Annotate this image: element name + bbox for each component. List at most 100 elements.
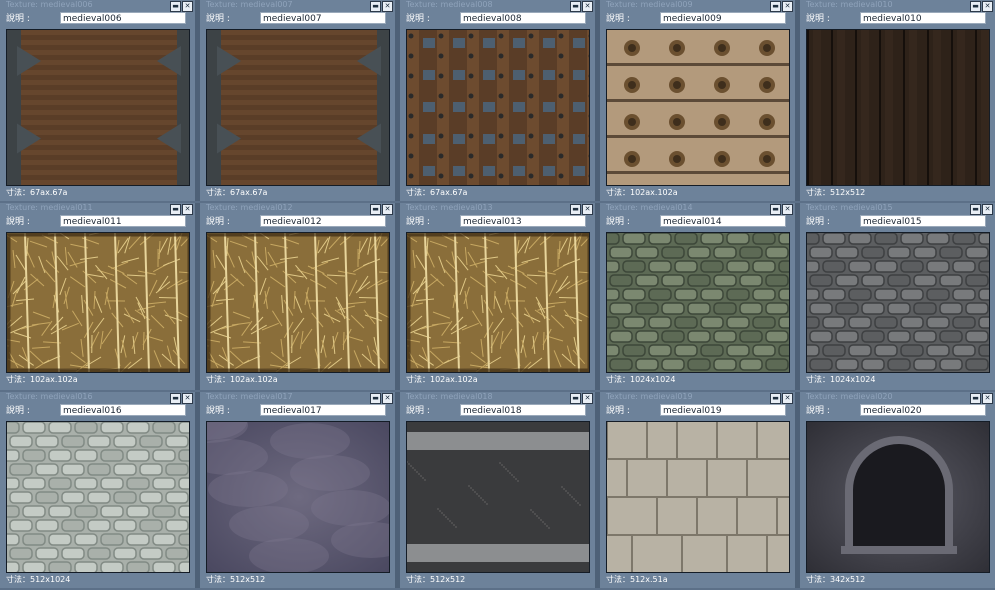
texture-preview[interactable] <box>606 421 790 573</box>
close-icon[interactable]: ✕ <box>182 393 193 404</box>
texture-preview[interactable] <box>206 421 390 573</box>
texture-name-field[interactable]: medieval012 <box>260 215 386 227</box>
texture-preview-image <box>207 422 389 572</box>
close-icon[interactable]: ✕ <box>782 204 793 215</box>
texture-title: Texture: medieval020 <box>806 392 893 401</box>
close-icon[interactable]: ✕ <box>382 393 393 404</box>
description-label: 說明 : <box>806 217 830 227</box>
texture-preview[interactable] <box>406 232 590 373</box>
texture-tile[interactable]: Texture: medieval016 ▬ ✕ 說明 : medieval016 寸法：… <box>0 392 200 588</box>
texture-name-field[interactable]: medieval019 <box>660 404 786 416</box>
texture-size: 寸法：512x512 <box>806 188 866 197</box>
texture-size: 寸法：102ax.102a <box>606 188 678 197</box>
minimize-icon[interactable]: ▬ <box>170 204 181 215</box>
close-icon[interactable]: ✕ <box>382 1 393 12</box>
texture-name-field[interactable]: medieval015 <box>860 215 986 227</box>
texture-preview-image <box>607 233 789 372</box>
texture-name-field[interactable]: medieval013 <box>460 215 586 227</box>
texture-size: 寸法：102ax.102a <box>6 375 78 384</box>
texture-size: 寸法：342x512 <box>806 575 866 584</box>
description-label: 說明 : <box>806 14 830 24</box>
close-icon[interactable]: ✕ <box>182 204 193 215</box>
texture-title: Texture: medieval019 <box>606 392 693 401</box>
minimize-icon[interactable]: ▬ <box>370 204 381 215</box>
close-icon[interactable]: ✕ <box>182 1 193 12</box>
texture-size: 寸法：512x512 <box>406 575 466 584</box>
texture-preview[interactable] <box>806 421 990 573</box>
texture-preview-image <box>7 422 189 572</box>
description-label: 說明 : <box>6 217 30 227</box>
minimize-icon[interactable]: ▬ <box>570 393 581 404</box>
texture-title: Texture: medieval018 <box>406 392 493 401</box>
texture-preview[interactable] <box>6 29 190 186</box>
texture-tile[interactable]: Texture: medieval018 ▬ ✕ 說明 : medieval018 寸法：… <box>400 392 600 588</box>
texture-name-field[interactable]: medieval020 <box>860 404 986 416</box>
texture-name-field[interactable]: medieval017 <box>260 404 386 416</box>
texture-name-field[interactable]: medieval016 <box>60 404 186 416</box>
texture-tile[interactable]: Texture: medieval013 ▬ ✕ 說明 : medieval013 寸法：… <box>400 203 600 390</box>
close-icon[interactable]: ✕ <box>382 204 393 215</box>
texture-tile[interactable]: Texture: medieval020 ▬ ✕ 說明 : medieval020 寸法：… <box>800 392 995 588</box>
minimize-icon[interactable]: ▬ <box>370 393 381 404</box>
texture-preview[interactable] <box>406 29 590 186</box>
minimize-icon[interactable]: ▬ <box>770 393 781 404</box>
texture-title: Texture: medieval014 <box>606 203 693 212</box>
close-icon[interactable]: ✕ <box>982 204 993 215</box>
texture-preview[interactable] <box>606 29 790 186</box>
texture-size: 寸法：512x512 <box>206 575 266 584</box>
texture-size: 寸法：512x1024 <box>6 575 71 584</box>
texture-tile[interactable]: Texture: medieval011 ▬ ✕ 說明 : medieval011 寸法：… <box>0 203 200 390</box>
description-label: 說明 : <box>206 406 230 416</box>
texture-preview[interactable] <box>6 232 190 373</box>
close-icon[interactable]: ✕ <box>582 204 593 215</box>
close-icon[interactable]: ✕ <box>982 393 993 404</box>
texture-tile[interactable]: Texture: medieval006 ▬ ✕ 說明 : medieval006 寸法：… <box>0 0 200 201</box>
minimize-icon[interactable]: ▬ <box>170 393 181 404</box>
texture-preview-image <box>7 233 189 372</box>
texture-name-field[interactable]: medieval007 <box>260 12 386 24</box>
texture-tile[interactable]: Texture: medieval007 ▬ ✕ 說明 : medieval007 寸法：… <box>200 0 400 201</box>
minimize-icon[interactable]: ▬ <box>170 1 181 12</box>
texture-preview[interactable] <box>806 232 990 373</box>
texture-name-field[interactable]: medieval018 <box>460 404 586 416</box>
texture-preview[interactable] <box>606 232 790 373</box>
texture-name-field[interactable]: medieval006 <box>60 12 186 24</box>
close-icon[interactable]: ✕ <box>582 1 593 12</box>
texture-tile[interactable]: Texture: medieval015 ▬ ✕ 說明 : medieval015 寸法：… <box>800 203 995 390</box>
description-label: 說明 : <box>606 14 630 24</box>
texture-title: Texture: medieval006 <box>6 0 93 9</box>
texture-name-field[interactable]: medieval010 <box>860 12 986 24</box>
description-label: 說明 : <box>806 406 830 416</box>
close-icon[interactable]: ✕ <box>782 393 793 404</box>
texture-name-field[interactable]: medieval008 <box>460 12 586 24</box>
minimize-icon[interactable]: ▬ <box>570 204 581 215</box>
minimize-icon[interactable]: ▬ <box>770 1 781 12</box>
texture-name-field[interactable]: medieval011 <box>60 215 186 227</box>
minimize-icon[interactable]: ▬ <box>970 393 981 404</box>
texture-preview[interactable] <box>406 421 590 573</box>
texture-tile[interactable]: Texture: medieval009 ▬ ✕ 說明 : medieval009 寸法：… <box>600 0 800 201</box>
texture-tile[interactable]: Texture: medieval010 ▬ ✕ 說明 : medieval010 寸法：… <box>800 0 995 201</box>
texture-preview[interactable] <box>206 29 390 186</box>
texture-tile[interactable]: Texture: medieval014 ▬ ✕ 說明 : medieval014 寸法：… <box>600 203 800 390</box>
texture-preview[interactable] <box>6 421 190 573</box>
close-icon[interactable]: ✕ <box>582 393 593 404</box>
texture-preview[interactable] <box>206 232 390 373</box>
texture-tile[interactable]: Texture: medieval012 ▬ ✕ 說明 : medieval012 寸法：… <box>200 203 400 390</box>
texture-preview-image <box>607 30 789 185</box>
minimize-icon[interactable]: ▬ <box>970 1 981 12</box>
texture-tile[interactable]: Texture: medieval008 ▬ ✕ 說明 : medieval008 寸法：… <box>400 0 600 201</box>
texture-size: 寸法：67ax.67a <box>206 188 268 197</box>
description-label: 說明 : <box>6 406 30 416</box>
minimize-icon[interactable]: ▬ <box>970 204 981 215</box>
close-icon[interactable]: ✕ <box>982 1 993 12</box>
close-icon[interactable]: ✕ <box>782 1 793 12</box>
texture-name-field[interactable]: medieval009 <box>660 12 786 24</box>
texture-tile[interactable]: Texture: medieval019 ▬ ✕ 說明 : medieval019 寸法：… <box>600 392 800 588</box>
texture-tile[interactable]: Texture: medieval017 ▬ ✕ 說明 : medieval017 寸法：… <box>200 392 400 588</box>
minimize-icon[interactable]: ▬ <box>370 1 381 12</box>
minimize-icon[interactable]: ▬ <box>770 204 781 215</box>
minimize-icon[interactable]: ▬ <box>570 1 581 12</box>
texture-name-field[interactable]: medieval014 <box>660 215 786 227</box>
texture-preview[interactable] <box>806 29 990 186</box>
